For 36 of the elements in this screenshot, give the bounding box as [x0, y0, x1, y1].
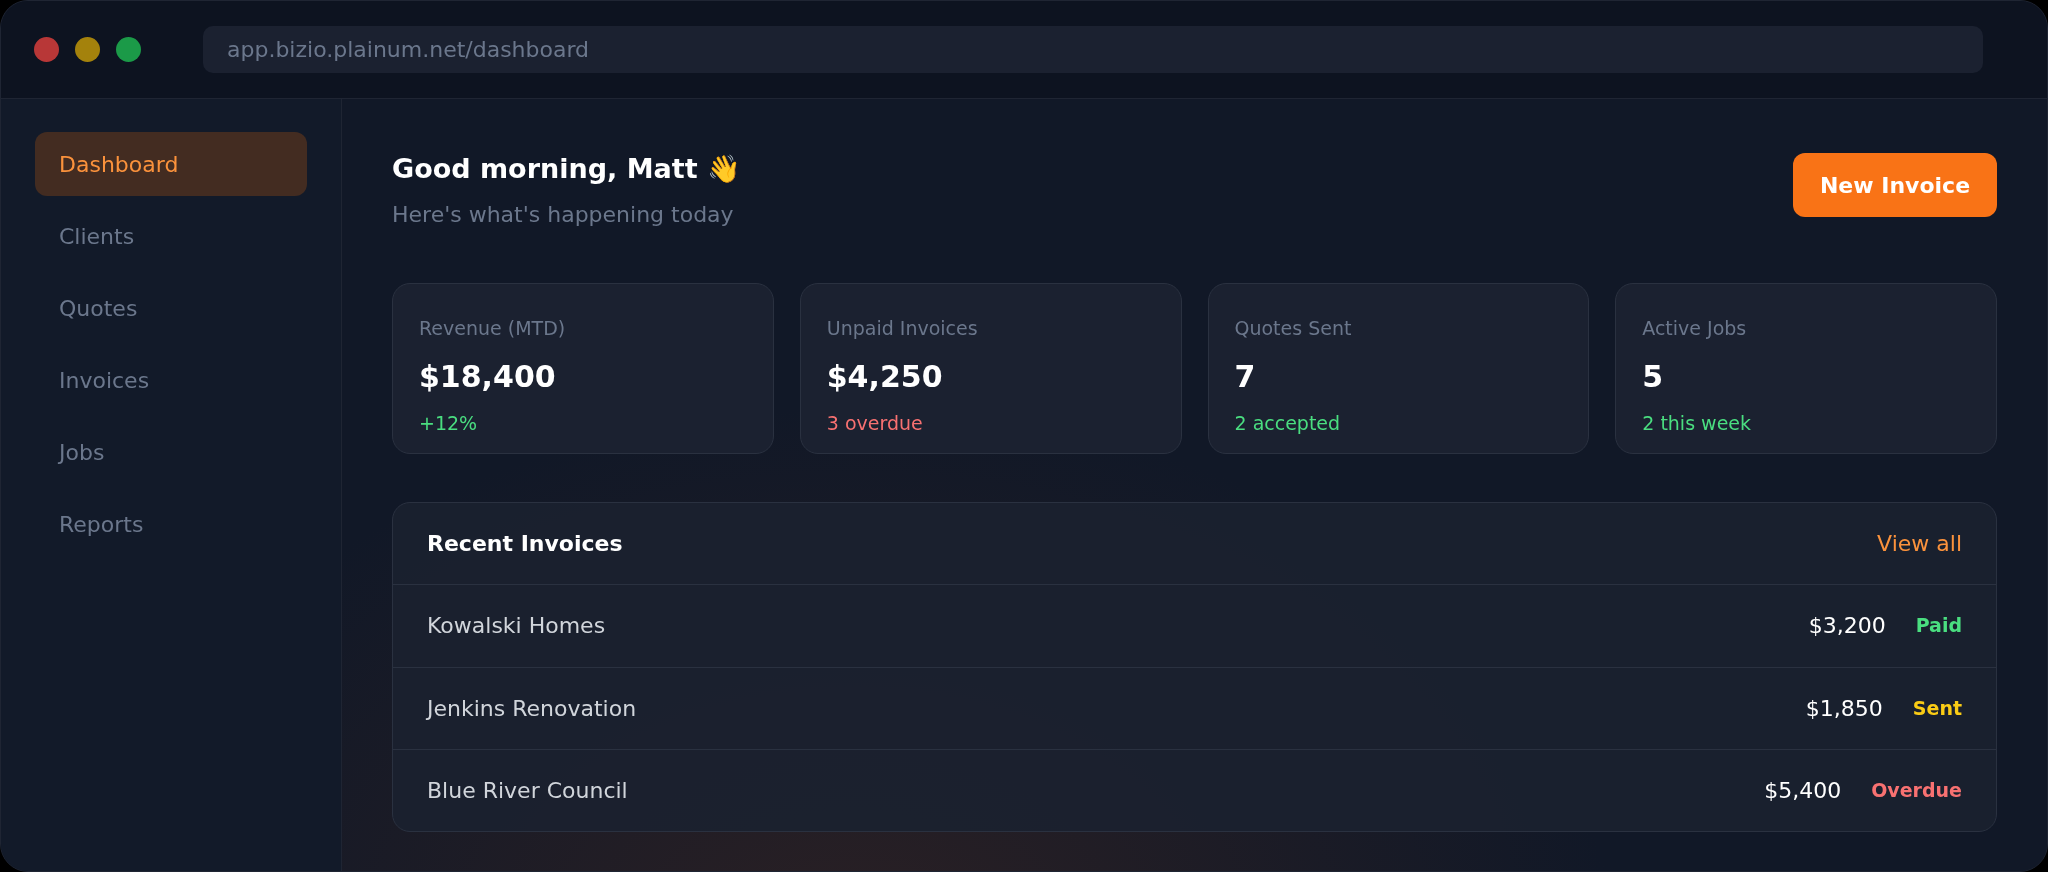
sidebar-item[interactable]: Quotes: [35, 276, 307, 340]
greeting: Good morning, Matt 👋: [392, 152, 741, 186]
sidebar-item[interactable]: Reports: [35, 492, 307, 556]
invoice-amount: $3,200: [1808, 612, 1886, 640]
status-label: Sent: [1912, 695, 1962, 721]
stat-value: $18,400: [419, 358, 556, 396]
status-label: Paid: [1915, 613, 1962, 639]
new-invoice-button[interactable]: New Invoice: [1793, 153, 1997, 217]
stat-note: 2 this week: [1642, 411, 1751, 436]
stat-label: Revenue (MTD): [419, 315, 566, 341]
sidebar-item[interactable]: Jobs: [35, 420, 307, 484]
status-label: Overdue: [1871, 777, 1962, 803]
subtitle: Here's what's happening today: [392, 200, 735, 229]
stat-label: Unpaid Invoices: [826, 315, 978, 341]
sidebar-item[interactable]: Invoices: [35, 348, 307, 412]
stat-label: Active Jobs: [1642, 315, 1747, 341]
invoice-amount: $1,850: [1805, 694, 1883, 723]
sidebar-item[interactable]: Clients: [35, 204, 307, 268]
stat-note: +12%: [419, 411, 478, 436]
invoice-amount: $5,400: [1764, 776, 1842, 805]
client-name: Kowalski Homes: [427, 612, 607, 640]
stat-value: 5: [1642, 358, 1664, 396]
invoice-row[interactable]: Kowalski Homes $3,200 Paid: [393, 584, 1996, 667]
stat-note: 3 overdue: [826, 411, 923, 436]
invoice-row[interactable]: Blue River Council $5,400 Overdue: [393, 748, 1996, 831]
address-bar[interactable]: app.bizio.plainum.net/dashboard: [203, 26, 1983, 73]
invoice-row[interactable]: Jenkins Renovation $1,850 Sent: [393, 666, 1996, 749]
stat-note: 2 accepted: [1234, 411, 1341, 436]
sidebar-item[interactable]: Dashboard: [35, 132, 307, 196]
stat-label: Quotes Sent: [1234, 315, 1352, 341]
client-name: Blue River Council: [427, 776, 629, 805]
card-title: Recent Invoices: [427, 529, 623, 558]
stat-value: 7: [1234, 358, 1256, 396]
view-all-link[interactable]: View all: [1877, 526, 1962, 560]
stat-value: $4,250: [826, 358, 943, 396]
client-name: Jenkins Renovation: [427, 694, 638, 723]
